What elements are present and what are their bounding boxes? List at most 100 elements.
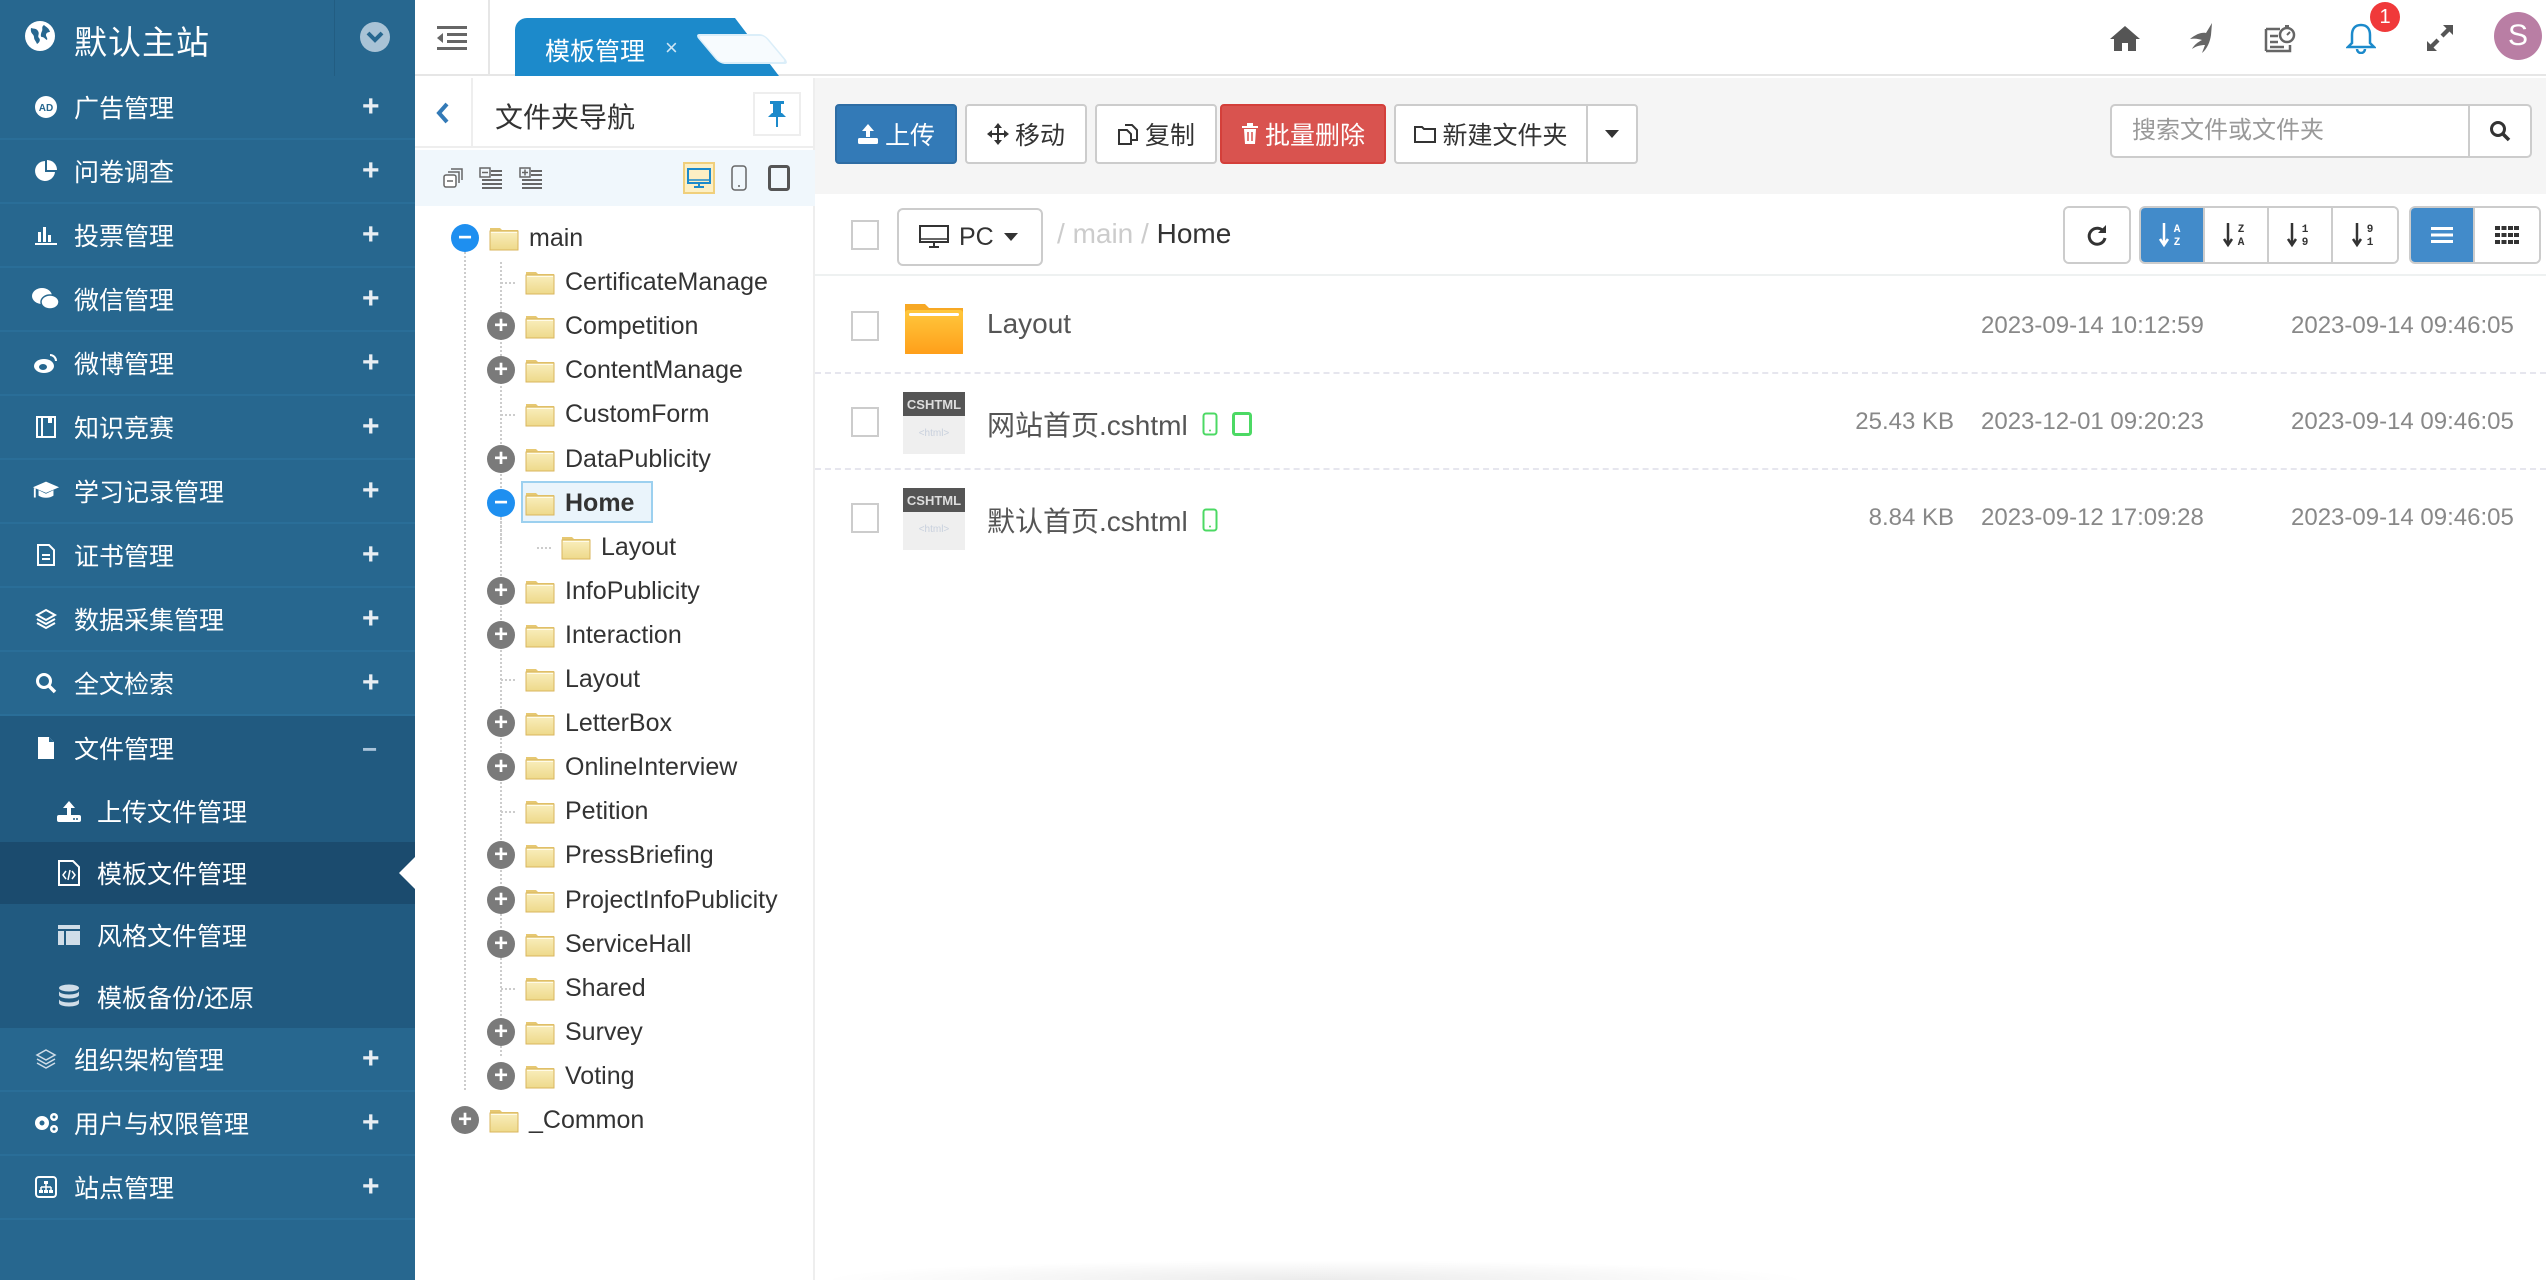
sidebar-toggle-button[interactable] [415,0,490,76]
device-tablet-button[interactable] [763,162,795,194]
expand-icon[interactable]: + [362,474,380,508]
expand-icon[interactable]: + [362,282,380,316]
tree-node[interactable]: Layout [415,527,815,567]
expand-node-icon[interactable]: + [487,576,515,605]
tree-node[interactable]: + PressBriefing [415,835,815,875]
expand-node-icon[interactable]: + [451,1106,479,1134]
sort-name-desc-button[interactable]: ZA [2205,208,2269,262]
upload-button[interactable]: 上传 [835,104,957,164]
breadcrumb-item-main[interactable]: main [1073,218,1134,249]
collapse-panel-button[interactable] [415,78,473,148]
new-folder-button[interactable]: 新建文件夹 [1394,104,1588,164]
close-icon[interactable]: × [665,35,678,61]
tree-node[interactable]: − Home [415,480,815,523]
expand-icon[interactable]: + [362,154,380,188]
expand-icon[interactable]: + [362,666,380,700]
tree-node[interactable]: + InfoPublicity [415,571,815,611]
sidebar-item-fulltext-search[interactable]: 全文检索 + [0,652,415,716]
expand-node-icon[interactable]: + [487,753,515,782]
list-view-button[interactable] [2411,208,2475,262]
tree-node[interactable]: + Survey [415,1012,815,1052]
row-checkbox[interactable] [851,311,879,341]
expand-icon[interactable]: + [362,1042,380,1076]
tree-node[interactable]: + OnlineInterview [415,747,815,787]
move-button[interactable]: 移动 [965,104,1087,164]
tree-node[interactable]: CustomForm [415,394,815,434]
site-title[interactable]: 默认主站 [74,16,210,64]
expand-icon[interactable]: + [362,602,380,636]
task-timer-button[interactable] [2260,18,2300,58]
expand-node-icon[interactable]: + [487,356,515,385]
sidebar-item-organization[interactable]: 组织架构管理 + [0,1028,415,1092]
expand-node-icon[interactable]: + [487,709,515,738]
pin-button[interactable] [753,92,801,136]
sort-name-asc-button[interactable]: AZ [2141,208,2205,262]
sort-numeric-asc-button[interactable]: 19 [2269,208,2333,262]
bird-button[interactable] [2182,18,2222,58]
search-button[interactable] [2468,106,2530,156]
sidebar-item-site-management[interactable]: 站点管理 + [0,1156,415,1220]
sidebar-subitem-upload-files[interactable]: 上传文件管理 [0,780,415,842]
batch-delete-button[interactable]: 批量删除 [1220,104,1386,164]
device-select[interactable]: PC [897,208,1043,266]
tree-node[interactable]: + ServiceHall [415,924,815,964]
search-input[interactable] [2112,106,2472,156]
new-folder-dropdown-button[interactable] [1586,104,1638,164]
file-row[interactable]: CSHTML <html> 网站首页.cshtml 25.43 KB 2023-… [815,374,2546,470]
sidebar-item-learning[interactable]: 学习记录管理 + [0,460,415,524]
row-checkbox[interactable] [851,503,879,533]
expand-icon[interactable]: + [362,346,380,380]
tree-node[interactable]: + Competition [415,306,815,346]
refresh-button[interactable] [2065,208,2129,262]
file-row[interactable]: CSHTML <html> 默认首页.cshtml 8.84 KB 2023-0… [815,470,2546,566]
sidebar-subitem-template-backup[interactable]: 模板备份/还原 [0,966,415,1028]
sidebar-item-file-management[interactable]: 文件管理 − [0,716,415,780]
sidebar-subitem-style-files[interactable]: 风格文件管理 [0,904,415,966]
expand-node-icon[interactable]: + [487,929,515,958]
sidebar-item-survey[interactable]: 问卷调查 + [0,140,415,204]
expand-node-icon[interactable]: + [487,620,515,649]
tab-template-management[interactable]: 模板管理 × [515,18,779,76]
sidebar-subitem-template-files[interactable]: 模板文件管理 [0,842,415,904]
collapse-node-icon[interactable]: − [487,488,515,517]
tree-node[interactable]: − main [415,218,815,258]
sidebar-item-data-collection[interactable]: 数据采集管理 + [0,588,415,652]
site-switch-button[interactable] [360,22,390,52]
sort-numeric-desc-button[interactable]: 91 [2333,208,2397,262]
home-button[interactable] [2105,18,2145,58]
user-avatar[interactable]: S [2494,12,2542,60]
tree-node[interactable]: + LetterBox [415,703,815,743]
grid-view-button[interactable] [2475,208,2539,262]
expand-icon[interactable]: + [362,538,380,572]
select-all-checkbox[interactable] [851,220,879,250]
collapse-icon[interactable]: − [362,734,377,765]
fullscreen-button[interactable] [2420,18,2460,58]
file-name[interactable]: 网站首页.cshtml [987,404,1252,444]
tree-node[interactable]: + Interaction [415,615,815,655]
device-desktop-button[interactable] [683,162,715,194]
expand-node-icon[interactable]: + [487,444,515,473]
tree-node[interactable]: + ContentManage [415,350,815,390]
row-checkbox[interactable] [851,407,879,437]
collapse-node-icon[interactable]: − [451,224,479,252]
tree-node[interactable]: CertificateManage [415,262,815,302]
file-name[interactable]: 默认首页.cshtml [987,500,1218,540]
expand-node-icon[interactable]: + [487,885,515,914]
file-name[interactable]: Layout [987,308,1071,340]
expand-node-icon[interactable]: + [487,841,515,870]
expand-icon[interactable]: + [362,90,380,124]
expand-node-icon[interactable]: + [487,1061,515,1090]
expand-icon[interactable]: + [362,1106,380,1140]
device-mobile-button[interactable] [723,162,755,194]
expand-icon[interactable]: + [362,410,380,444]
expand-icon[interactable]: + [362,1170,380,1204]
tree-node[interactable]: Petition [415,791,815,831]
tree-node[interactable]: + _Common [415,1100,815,1140]
sidebar-item-ads[interactable]: AD 广告管理 + [0,76,415,140]
sidebar-item-voting[interactable]: 投票管理 + [0,204,415,268]
tree-node[interactable]: + Voting [415,1056,815,1096]
collapse-button[interactable] [475,162,507,194]
tree-node[interactable]: Layout [415,659,815,699]
sidebar-item-users-permissions[interactable]: 用户与权限管理 + [0,1092,415,1156]
expand-node-icon[interactable]: + [487,312,515,341]
